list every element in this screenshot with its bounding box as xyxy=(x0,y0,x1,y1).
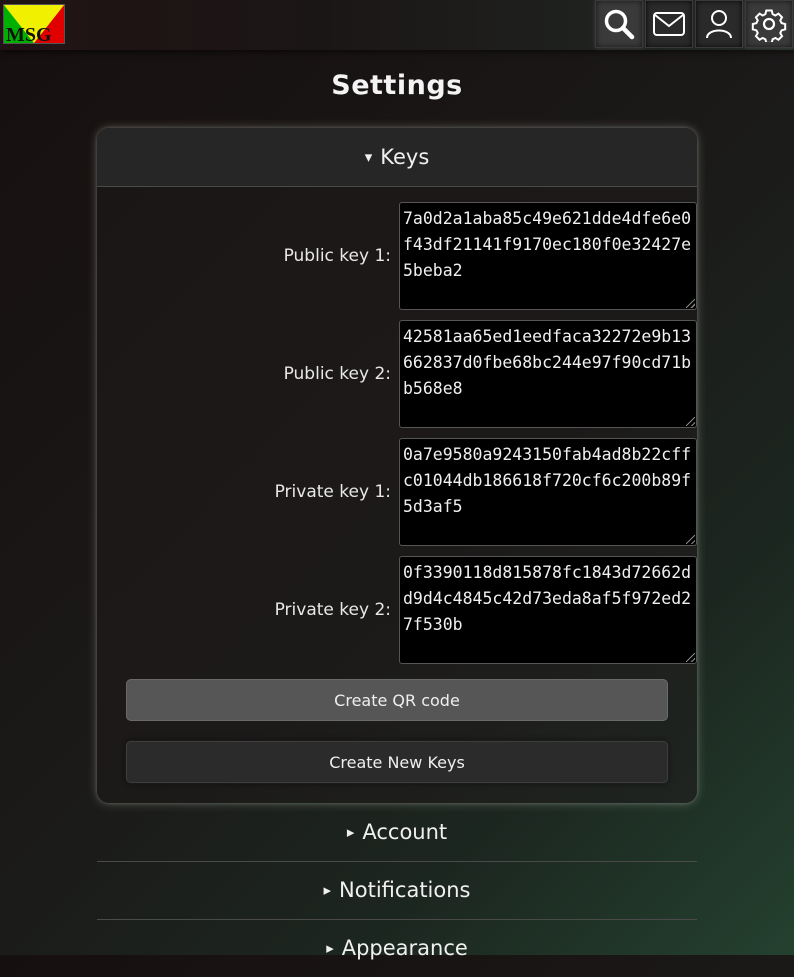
search-icon xyxy=(604,9,635,40)
collapsed-arrow-icon: ▸ xyxy=(346,823,355,841)
private-key-2-field[interactable]: 0f3390118d815878fc1843d72662dd9d4c4845c4… xyxy=(399,556,697,664)
collapsed-arrow-icon: ▸ xyxy=(326,939,334,957)
private-key-1-label: Private key 1: xyxy=(274,482,391,502)
key-row-private-1: Private key 1: 0a7e9580a9243150fab4ad8b2… xyxy=(97,438,697,546)
keys-section-title: Keys xyxy=(380,145,430,169)
private-key-2-value: 0f3390118d815878fc1843d72662dd9d4c4845c4… xyxy=(403,563,692,634)
search-button[interactable] xyxy=(595,0,643,48)
logo-graphic: MSG xyxy=(4,5,64,43)
appearance-section-title: Appearance xyxy=(341,936,468,960)
create-new-keys-button[interactable]: Create New Keys xyxy=(126,741,668,783)
expanded-arrow-icon: ▾ xyxy=(364,148,373,166)
private-key-2-label: Private key 2: xyxy=(274,600,391,620)
logo-text: MSG xyxy=(6,24,52,43)
user-icon xyxy=(706,10,732,39)
public-key-1-field[interactable]: 7a0d2a1aba85c49e621dde4dfe6e0f43df21141f… xyxy=(399,202,697,310)
public-key-2-field[interactable]: 42581aa65ed1eedfaca32272e9b13662837d0fbe… xyxy=(399,320,697,428)
page-title: Settings xyxy=(331,70,463,101)
private-key-1-value: 0a7e9580a9243150fab4ad8b22cffc01044db186… xyxy=(403,445,692,516)
collapsed-arrow-icon: ▸ xyxy=(323,881,332,899)
profile-button[interactable] xyxy=(695,0,743,48)
mail-button[interactable] xyxy=(645,0,693,48)
resize-handle-icon[interactable] xyxy=(686,535,695,544)
resize-handle-icon[interactable] xyxy=(686,653,695,662)
notifications-section-header[interactable]: ▸ Notifications xyxy=(97,861,697,920)
resize-handle-icon[interactable] xyxy=(686,299,695,308)
gear-icon xyxy=(751,9,787,42)
account-section-title: Account xyxy=(362,820,448,844)
key-row-public-1: Public key 1: 7a0d2a1aba85c49e621dde4dfe… xyxy=(97,202,697,310)
private-key-1-field[interactable]: 0a7e9580a9243150fab4ad8b22cffc01044db186… xyxy=(399,438,697,546)
key-row-private-2: Private key 2: 0f3390118d815878fc1843d72… xyxy=(97,556,697,664)
resize-handle-icon[interactable] xyxy=(686,417,695,426)
account-section-header[interactable]: ▸ Account xyxy=(97,803,697,862)
notifications-section-title: Notifications xyxy=(339,878,471,902)
keys-panel: ▾ Keys Public key 1: 7a0d2a1aba85c49e621… xyxy=(97,128,697,803)
keys-section-header[interactable]: ▾ Keys xyxy=(97,128,697,187)
settings-button[interactable] xyxy=(745,0,793,48)
app-logo[interactable]: MSG xyxy=(3,4,65,44)
public-key-2-label: Public key 2: xyxy=(283,364,391,384)
public-key-1-label: Public key 1: xyxy=(283,246,391,266)
appearance-section-header[interactable]: ▸ Appearance xyxy=(97,919,697,977)
public-key-1-value: 7a0d2a1aba85c49e621dde4dfe6e0f43df21141f… xyxy=(403,209,692,280)
top-bar: MSG xyxy=(0,0,794,50)
public-key-2-value: 42581aa65ed1eedfaca32272e9b13662837d0fbe… xyxy=(403,327,692,398)
create-qr-code-button[interactable]: Create QR code xyxy=(126,679,668,721)
key-row-public-2: Public key 2: 42581aa65ed1eedfaca32272e9… xyxy=(97,320,697,428)
mail-icon xyxy=(653,12,685,36)
